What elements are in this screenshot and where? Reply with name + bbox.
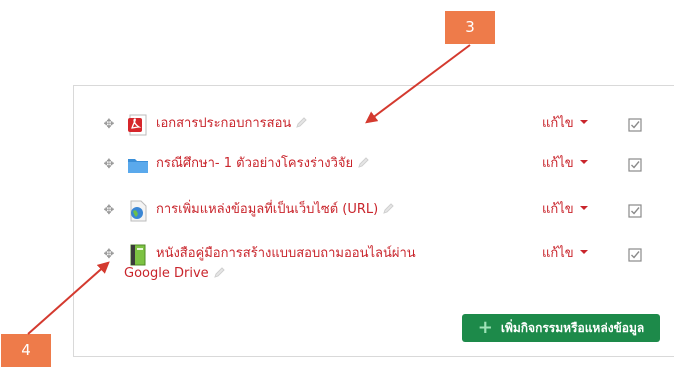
- move-icon[interactable]: ✥: [102, 248, 116, 262]
- plus-icon: +: [477, 317, 493, 338]
- edit-title-pencil-icon[interactable]: [295, 116, 308, 129]
- completion-checkbox-icon[interactable]: [628, 157, 642, 172]
- course-section-panel: ✥ เอกสารประกอบการสอน แก้ไข ✥ กรณีศึกษา- …: [73, 85, 674, 357]
- activity-title[interactable]: กรณีศึกษา- 1 ตัวอย่างโครงร่างวิจัย: [156, 155, 370, 173]
- caret-down-icon: [579, 160, 588, 164]
- callout-3-badge: 3: [445, 11, 495, 44]
- activity-row: ✥ หนังสือคู่มือการสร้างแบบสอบถามออนไลน์ผ…: [74, 244, 674, 288]
- callout-4-badge: 4: [1, 334, 51, 367]
- add-activity-button[interactable]: + เพิ่มกิจกรรมหรือแหล่งข้อมูล: [462, 314, 660, 342]
- completion-checkbox-icon[interactable]: [628, 247, 642, 262]
- completion-checkbox-icon[interactable]: [628, 117, 642, 132]
- edit-menu[interactable]: แก้ไข: [542, 201, 588, 219]
- move-icon[interactable]: ✥: [102, 204, 116, 218]
- edit-title-pencil-icon[interactable]: [213, 266, 226, 279]
- activity-row: ✥ กรณีศึกษา- 1 ตัวอย่างโครงร่างวิจัย แก้…: [74, 154, 674, 178]
- move-icon[interactable]: ✥: [102, 158, 116, 172]
- edit-menu[interactable]: แก้ไข: [542, 115, 588, 133]
- activity-title[interactable]: การเพิ่มแหล่งข้อมูลที่เป็นเว็บไซต์ (URL): [156, 201, 395, 219]
- add-activity-button-label: เพิ่มกิจกรรมหรือแหล่งข้อมูล: [500, 320, 645, 335]
- edit-title-pencil-icon[interactable]: [357, 156, 370, 169]
- activity-title-continued[interactable]: Google Drive: [124, 265, 226, 283]
- activity-row: ✥ เอกสารประกอบการสอน แก้ไข: [74, 114, 674, 138]
- edit-title-pencil-icon[interactable]: [382, 202, 395, 215]
- completion-checkbox-icon[interactable]: [628, 203, 642, 218]
- caret-down-icon: [579, 206, 588, 210]
- edit-menu[interactable]: แก้ไข: [542, 245, 588, 263]
- activity-title[interactable]: หนังสือคู่มือการสร้างแบบสอบถามออนไลน์ผ่า…: [156, 245, 416, 263]
- edit-menu[interactable]: แก้ไข: [542, 155, 588, 173]
- activity-title[interactable]: เอกสารประกอบการสอน: [156, 115, 308, 133]
- book-icon: [127, 244, 149, 266]
- activity-row: ✥ การเพิ่มแหล่งข้อมูลที่เป็นเว็บไซต์ (UR…: [74, 200, 674, 224]
- url-globe-icon: [127, 200, 149, 222]
- caret-down-icon: [579, 250, 588, 254]
- folder-icon: [127, 154, 149, 176]
- move-icon[interactable]: ✥: [102, 118, 116, 132]
- pdf-icon: [127, 114, 149, 136]
- caret-down-icon: [579, 120, 588, 124]
